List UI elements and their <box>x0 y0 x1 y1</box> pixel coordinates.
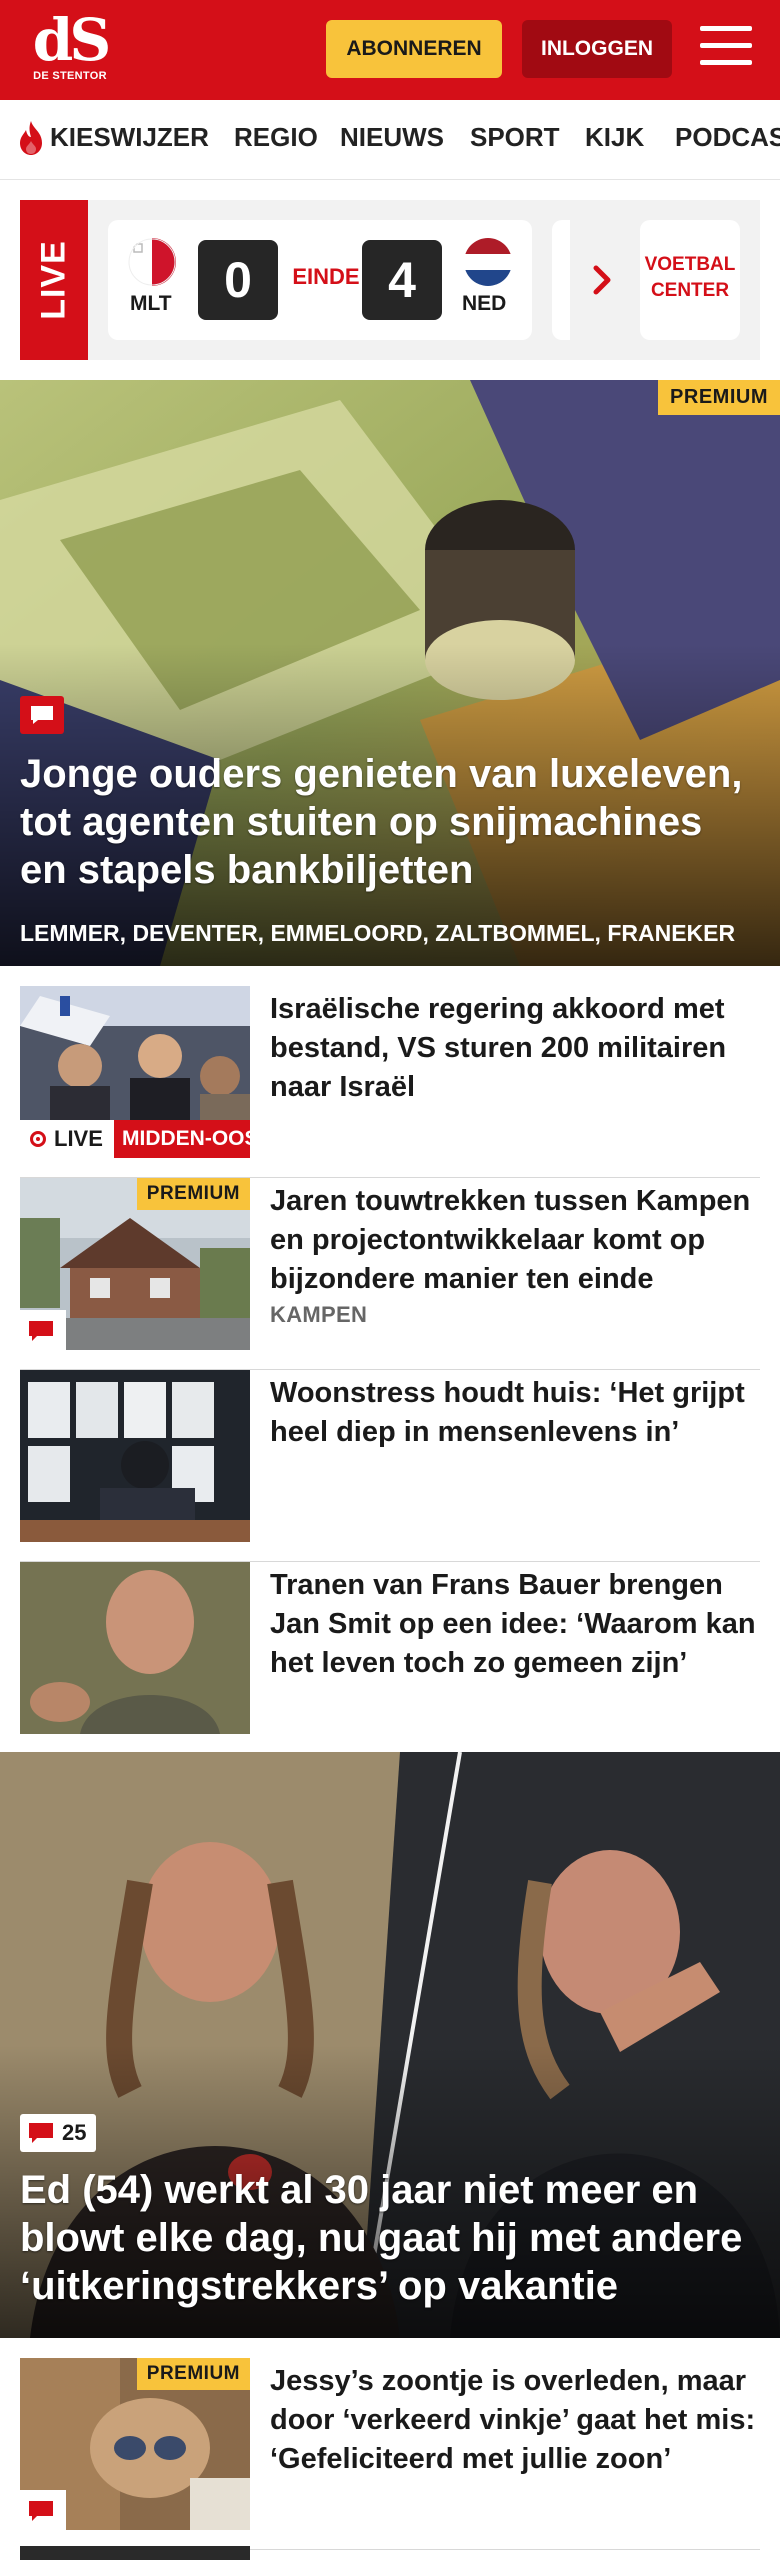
flame-icon <box>20 121 42 155</box>
article-title[interactable]: Jaren touwtrekken tussen Kampen en proje… <box>270 1182 760 1299</box>
nav-item-regio[interactable]: REGIO <box>234 122 318 153</box>
article-title[interactable]: Woonstress houdt huis: ‘Het grijpt heel … <box>270 1374 760 1452</box>
list-item[interactable]: PREMIUM Jessy’s zoontje is overleden, ma… <box>20 2358 760 2550</box>
site-header: dS DE STENTOR ABONNEREN INLOGGEN <box>0 0 780 100</box>
logo-subtitle: DE STENTOR <box>33 70 107 82</box>
article-thumbnail <box>20 1562 250 1734</box>
hero-locations: LEMMER, DEVENTER, EMMELOORD, ZALTBOMMEL,… <box>20 920 736 946</box>
match-card[interactable]: MLT 0 EINDE 4 NED <box>108 220 532 340</box>
voetbal-center-line2: CENTER <box>650 280 730 301</box>
list-item[interactable]: Tranen van Frans Bauer brengen Jan Smit … <box>20 1562 760 1754</box>
netherlands-flag-icon <box>464 238 512 286</box>
hero-article[interactable]: PREMIUM Jonge ouders genieten van luxele… <box>0 380 780 966</box>
article-location: KAMPEN <box>270 1302 368 1327</box>
comment-count: 25 <box>62 2120 87 2145</box>
comment-icon <box>29 1321 53 1341</box>
voetbal-center-link[interactable]: VOETBAL CENTER <box>640 220 740 340</box>
article-thumbnail <box>20 1370 250 1542</box>
list-item[interactable]: PREMIUM Jaren touwtrekken tussen Kampen … <box>20 1178 760 1370</box>
login-button[interactable]: INLOGGEN <box>522 20 672 78</box>
chevron-right-icon[interactable] <box>588 252 618 308</box>
nav-item-nieuws[interactable]: NIEUWS <box>340 122 444 153</box>
premium-badge: PREMIUM <box>658 380 780 415</box>
main-navigation: KIESWIJZER REGIO NIEUWS SPORT KIJK PODCA… <box>0 100 780 180</box>
live-label: LIVE MIDDEN-OOSTEN <box>20 1120 250 1158</box>
comment-icon <box>29 2501 53 2521</box>
comment-icon <box>29 2123 53 2143</box>
match-status: EINDE <box>292 264 360 289</box>
site-logo[interactable]: dS DE STENTOR <box>30 6 111 88</box>
comment-badge <box>20 2490 66 2530</box>
comment-icon <box>20 696 64 734</box>
logo-mark: dS <box>32 6 111 74</box>
home-score: 0 <box>198 240 278 320</box>
malta-flag-icon <box>128 238 176 286</box>
live-scores-bar: LIVE MLT 0 EINDE 4 NED VOETBAL CENTER <box>20 200 760 360</box>
hamburger-menu-icon[interactable] <box>700 26 752 72</box>
comment-count-badge[interactable]: 25 <box>20 2114 97 2152</box>
live-topic[interactable]: MIDDEN-OOSTEN <box>114 1120 250 1158</box>
next-article-thumbnail-partial <box>20 2546 250 2560</box>
featured-title[interactable]: Ed (54) werkt al 30 jaar niet meer en bl… <box>20 2166 760 2310</box>
article-title[interactable]: Tranen van Frans Bauer brengen Jan Smit … <box>270 1566 760 1683</box>
home-team-code: MLT <box>130 292 172 315</box>
live-dot-icon <box>30 1131 46 1147</box>
nav-item-kijk[interactable]: KIJK <box>585 122 644 153</box>
nav-item-kieswijzer[interactable]: KIESWIJZER <box>50 122 209 153</box>
live-word: LIVE <box>54 1126 103 1151</box>
premium-badge: PREMIUM <box>136 1178 250 1210</box>
comment-badge <box>20 1310 66 1350</box>
next-match-card[interactable] <box>552 220 570 340</box>
away-team-code: NED <box>462 292 507 315</box>
featured-article[interactable]: 25 Ed (54) werkt al 30 jaar niet meer en… <box>0 1752 780 2338</box>
nav-item-sport[interactable]: SPORT <box>470 122 560 153</box>
hero-title[interactable]: Jonge ouders genieten van luxeleven, tot… <box>20 750 760 894</box>
list-item[interactable]: LIVE MIDDEN-OOSTEN Israëlische regering … <box>20 986 760 1178</box>
article-title[interactable]: Jessy’s zoontje is overleden, maar door … <box>270 2362 760 2479</box>
subscribe-button[interactable]: ABONNEREN <box>326 20 502 78</box>
voetbal-center-line1: VOETBAL <box>644 254 736 275</box>
list-item[interactable]: Woonstress houdt huis: ‘Het grijpt heel … <box>20 1370 760 1562</box>
live-tab[interactable]: LIVE <box>20 200 88 360</box>
premium-badge: PREMIUM <box>136 2358 250 2390</box>
article-title[interactable]: Israëlische regering akkoord met bestand… <box>270 990 760 1107</box>
live-tab-label: LIVE <box>34 240 73 320</box>
nav-item-podcasts[interactable]: PODCAS <box>675 122 780 153</box>
away-score: 4 <box>362 240 442 320</box>
